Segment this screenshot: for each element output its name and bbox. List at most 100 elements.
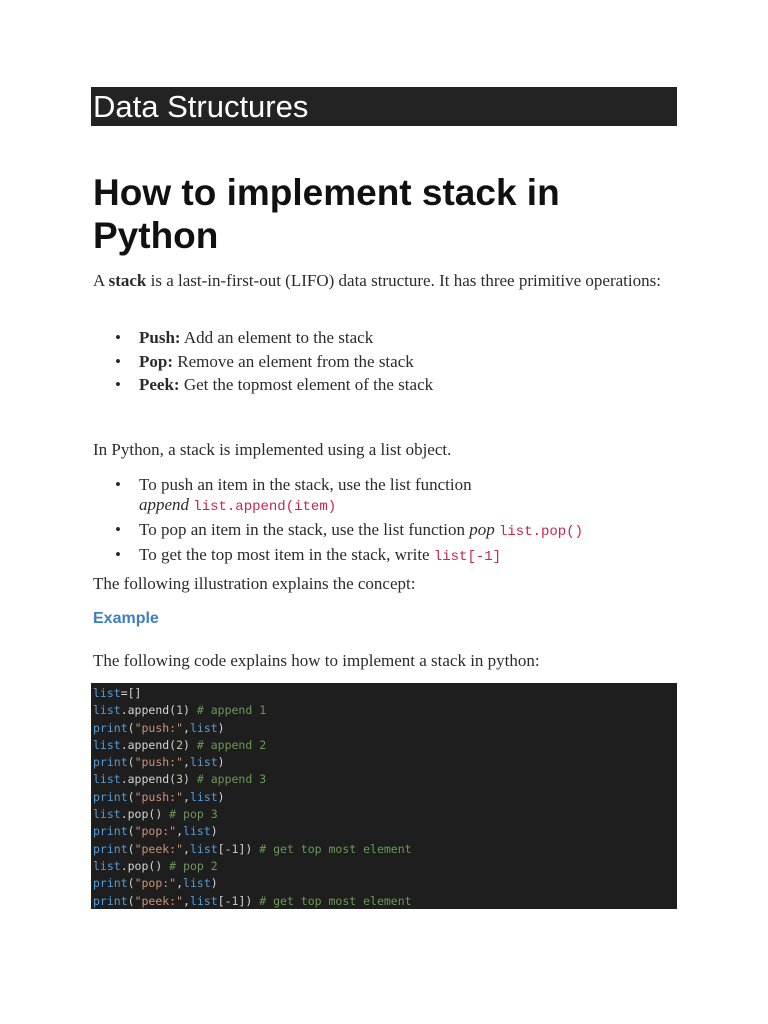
bullet-icon: • — [115, 351, 121, 371]
code-token: # pop 2 — [169, 858, 218, 873]
inline-code: list.pop() — [499, 524, 584, 540]
code-token: ( — [127, 789, 135, 804]
code-token: print — [93, 755, 128, 770]
code-token: list — [93, 737, 121, 752]
code-line: list.pop() # pop 2 — [93, 858, 675, 875]
code-token: ) — [217, 789, 225, 804]
code-token: .append( — [120, 703, 177, 718]
code-token: ( — [127, 876, 135, 891]
code-token: print — [93, 824, 128, 839]
code-token: ) — [210, 824, 218, 839]
code-token: ) — [217, 720, 225, 735]
inline-code: list.append(item) — [193, 499, 337, 515]
code-token: print — [93, 789, 128, 804]
code-line: list.append(3) # append 3 — [93, 771, 675, 788]
code-line: print("pop:",list) — [93, 875, 675, 892]
code-token: , — [183, 755, 190, 770]
bullet-icon: • — [115, 545, 121, 564]
bullet-icon: • — [115, 375, 121, 394]
code-token: list — [93, 858, 121, 873]
code-token: 2 — [176, 737, 184, 752]
code-token: # get top most element — [259, 841, 412, 856]
code-token: "pop:" — [134, 876, 177, 891]
code-token: "peek:" — [134, 893, 184, 908]
code-line: print("peek:",list[-1]) # get top most e… — [93, 841, 675, 858]
python-intro-paragraph: In Python, a stack is implemented using … — [93, 440, 452, 459]
operation-name: Pop: — [139, 351, 173, 371]
list-item-peek-usage: • To get the top most item in the stack, … — [93, 545, 663, 567]
code-token: list — [189, 789, 218, 804]
article-title: How to implement stack in Python — [93, 172, 560, 256]
code-token: .append( — [120, 772, 177, 787]
illustration-paragraph: The following illustration explains the … — [93, 574, 416, 593]
code-token: list — [183, 824, 211, 839]
code-token: list — [93, 772, 121, 787]
code-token: ( — [127, 720, 135, 735]
code-token: # append 2 — [196, 737, 267, 752]
code-token: list — [93, 703, 121, 718]
code-token: # append 1 — [196, 703, 267, 718]
bullet-icon: • — [115, 328, 121, 347]
code-token: list — [183, 876, 211, 891]
operation-desc: Remove an element from the stack — [173, 351, 414, 371]
code-token: ) — [217, 755, 225, 770]
usage-function-name: append — [139, 495, 190, 514]
intro-prefix: A — [93, 271, 109, 290]
code-line: list.append(2) # append 2 — [93, 737, 675, 754]
list-item-pop-usage: • To pop an item in the stack, use the li… — [93, 520, 663, 542]
code-line: list=[] — [93, 685, 675, 702]
code-token: # get top most element — [259, 893, 412, 908]
intro-suffix: is a last-in-first-out (LIFO) data struc… — [146, 271, 661, 290]
code-token: list — [189, 893, 218, 908]
code-token: 1 — [176, 703, 184, 718]
code-token: list — [189, 720, 218, 735]
code-token: ) — [183, 737, 197, 752]
code-token: ]) — [238, 893, 260, 908]
code-token: "push:" — [134, 720, 184, 735]
code-token: ) — [183, 703, 197, 718]
code-token: ]) — [238, 841, 260, 856]
example-heading: Example — [93, 610, 159, 627]
code-line: list.pop() # pop 3 — [93, 806, 675, 823]
code-token: ) — [210, 876, 218, 891]
python-usage-list: • To push an item in the stack, use the l… — [93, 475, 663, 570]
code-token: list — [93, 686, 121, 700]
code-token: ( — [127, 755, 135, 770]
code-token: list — [93, 807, 121, 822]
usage-text: To get the top most item in the stack, w… — [139, 545, 434, 564]
code-token: , — [183, 720, 190, 735]
usage-text: To pop an item in the stack, use the lis… — [139, 520, 470, 539]
code-token: "push:" — [134, 755, 184, 770]
list-item-push-usage: • To push an item in the stack, use the l… — [93, 475, 519, 517]
code-token: # pop 3 — [169, 807, 218, 822]
inline-code: list[-1] — [433, 549, 502, 565]
code-token: # append 3 — [196, 772, 267, 787]
code-token: "peek:" — [134, 841, 184, 856]
list-item-push: • Push: Add an element to the stack — [93, 326, 663, 350]
code-token: ( — [127, 824, 135, 839]
category-banner: Data Structures — [91, 87, 677, 126]
code-token: print — [93, 841, 128, 856]
bullet-icon: • — [115, 520, 121, 539]
code-token: print — [93, 876, 128, 891]
code-line: print("pop:",list) — [93, 823, 675, 840]
code-intro-paragraph: The following code explains how to imple… — [93, 651, 540, 670]
code-token: [- — [217, 841, 232, 856]
code-token: =[] — [120, 686, 142, 700]
code-token: "pop:" — [134, 824, 177, 839]
code-token: list — [189, 841, 218, 856]
usage-text: To push an item in the stack, use the li… — [139, 475, 472, 494]
code-token: , — [176, 876, 184, 891]
code-token: list — [189, 755, 218, 770]
operation-desc: Add an element to the stack — [180, 328, 374, 347]
code-token: ( — [127, 841, 135, 856]
code-line: print("push:",list) — [93, 720, 675, 737]
code-token: , — [183, 893, 190, 908]
operations-list: • Push: Add an element to the stack • Pop:… — [93, 326, 663, 397]
code-token: print — [93, 893, 128, 908]
list-item-pop: • Pop: Remove an element from the stack — [93, 350, 663, 374]
intro-bold-term: stack — [108, 271, 147, 290]
code-token: , — [183, 789, 190, 804]
operation-name: Peek: — [139, 375, 180, 394]
code-token: .pop() — [120, 858, 170, 873]
